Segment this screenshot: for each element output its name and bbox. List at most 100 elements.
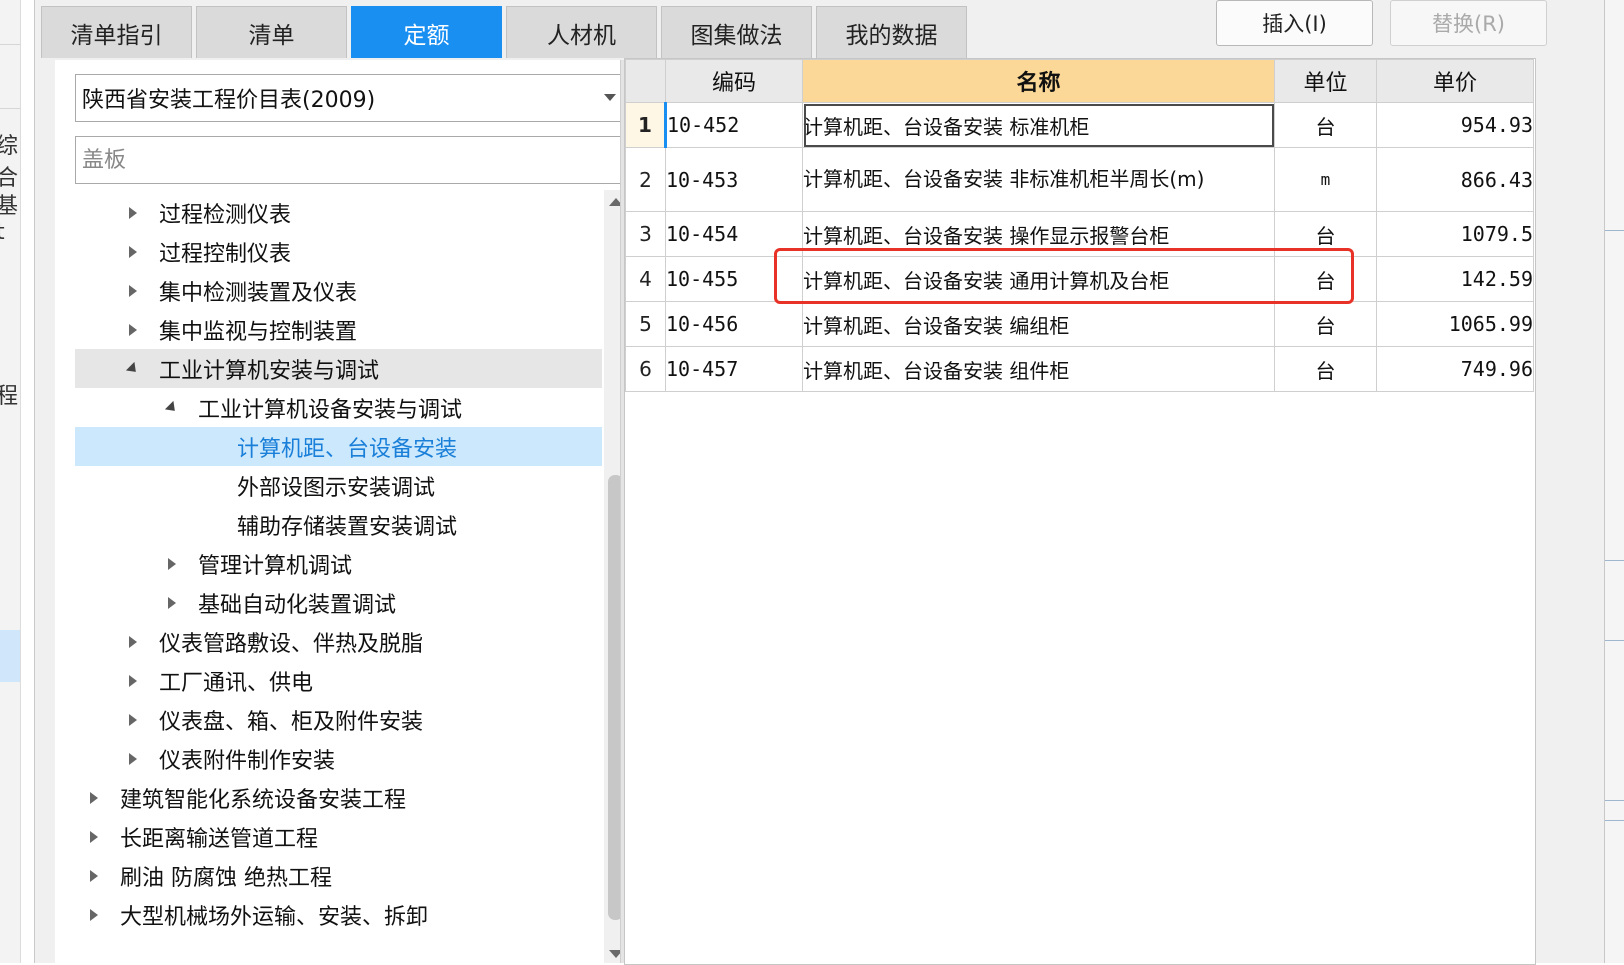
tree-node-label: 基础自动化装置调试 [198,592,397,618]
collapse-arrow-icon[interactable] [164,400,180,416]
expand-arrow-icon[interactable] [86,868,102,884]
tree-node[interactable]: 工业计算机设备安装与调试 [75,388,602,427]
tree-node-label: 建筑智能化系统设备安装工程 [120,787,407,813]
expand-arrow-icon[interactable] [164,556,180,572]
search-input[interactable] [75,136,627,184]
code-cell[interactable]: 10-453 [665,147,803,212]
unit-cell[interactable]: m [1274,147,1377,212]
tree-node-label: 刷油 防腐蚀 绝热工程 [120,865,332,891]
tree-node[interactable]: 管理计算机调试 [75,544,602,583]
table-row-highlighted[interactable]: 4 10-455 计算机距、台设备安装 通用计算机及台柜 台 142.59 [625,256,1534,302]
tree-node[interactable]: 过程检测仪表 [75,193,602,232]
name-cell[interactable]: 计算机距、台设备安装 组件柜 [802,346,1275,392]
tree-node[interactable]: 仪表盘、箱、柜及附件安装 [75,700,602,739]
expand-arrow-icon[interactable] [125,634,141,650]
table-row[interactable]: 3 10-454 计算机距、台设备安装 操作显示报警台柜 台 1079.5 [625,211,1534,257]
expand-arrow-icon[interactable] [125,283,141,299]
expand-arrow-icon[interactable] [86,907,102,923]
tree-node-label: 计算机距、台设备安装 [237,436,458,462]
tree-node[interactable]: 过程控制仪表 [75,232,602,271]
expand-arrow-icon[interactable] [125,322,141,338]
table-row[interactable]: 2 10-453 计算机距、台设备安装 非标准机柜半周长(m) m 866.43 [625,147,1534,212]
expand-arrow-icon[interactable] [125,205,141,221]
name-cell[interactable]: 计算机距、台设备安装 编组柜 [802,301,1275,347]
column-header-name[interactable]: 名称 [802,59,1275,103]
tree-node[interactable]: 刷油 防腐蚀 绝热工程 [75,856,602,895]
tree-node[interactable]: 集中检测装置及仪表 [75,271,602,310]
tree-node-label: 工厂通讯、供电 [159,670,314,696]
left-adjacent-pane: 综合 基t 程 [0,0,21,963]
tree-node[interactable]: 长距离输送管道工程 [75,817,602,856]
price-cell[interactable]: 1079.5 [1376,211,1534,257]
table-row[interactable]: 1 10-452 计算机距、台设备安装 标准机柜 台 954.93 [625,102,1534,148]
tree-node[interactable]: 外部设图示安装调试 [75,466,602,505]
tree-node[interactable]: 建筑智能化系统设备安装工程 [75,778,602,817]
tab-atlas-method[interactable]: 图集做法 [661,6,812,58]
code-cell[interactable]: 10-457 [665,346,803,392]
tab-list[interactable]: 清单 [196,6,347,58]
left-fragment: 综合 [0,128,20,192]
tree-node[interactable]: 集中监视与控制装置 [75,310,602,349]
column-header-unit[interactable]: 单位 [1274,59,1377,103]
tree-node[interactable]: 基础自动化装置调试 [75,583,602,622]
left-selection [0,630,20,682]
expand-arrow-icon[interactable] [86,790,102,806]
unit-cell[interactable]: 台 [1274,211,1377,257]
tab-quota[interactable]: 定额 [351,6,502,58]
name-cell[interactable]: 计算机距、台设备安装 标准机柜 [802,102,1275,148]
row-number-header [625,59,666,103]
catalog-tree-pane: 陕西省安装工程价目表(2009) 过程检测仪表 过程控制仪表 集中检测装置及仪表… [55,60,635,963]
table-row[interactable]: 5 10-456 计算机距、台设备安装 编组柜 台 1065.99 [625,301,1534,347]
tree-node-label: 管理计算机调试 [198,553,353,579]
name-cell[interactable]: 计算机距、台设备安装 非标准机柜半周长(m) [802,147,1275,212]
header-row: 编码 名称 单位 单价 [625,59,1534,103]
expand-arrow-icon[interactable] [125,712,141,728]
tree-node[interactable]: 大型机械场外运输、安装、拆卸 [75,895,602,934]
tab-list-guide[interactable]: 清单指引 [41,6,192,58]
replace-button[interactable]: 替换(R) [1390,0,1547,46]
left-fragment: 程 [0,378,18,410]
left-fragment: 基t [0,188,20,245]
expand-arrow-icon[interactable] [125,673,141,689]
code-cell[interactable]: 10-454 [665,211,803,257]
code-cell[interactable]: 10-456 [665,301,803,347]
code-cell[interactable]: 10-455 [665,256,803,302]
unit-cell[interactable]: 台 [1274,346,1377,392]
tree-node-label: 长距离输送管道工程 [120,826,319,852]
tree-node-label: 过程检测仪表 [159,202,292,228]
unit-cell[interactable]: 台 [1274,256,1377,302]
right-adjacent-pane [1604,0,1624,963]
code-cell[interactable]: 10-452 [665,102,803,148]
tree-node[interactable]: 工厂通讯、供电 [75,661,602,700]
expand-arrow-icon[interactable] [164,595,180,611]
price-cell[interactable]: 749.96 [1376,346,1534,392]
divider [0,108,20,109]
expand-arrow-icon[interactable] [86,829,102,845]
table-row[interactable]: 6 10-457 计算机距、台设备安装 组件柜 台 749.96 [625,346,1534,392]
column-header-code[interactable]: 编码 [665,59,803,103]
price-cell[interactable]: 866.43 [1376,147,1534,212]
price-cell[interactable]: 1065.99 [1376,301,1534,347]
price-cell[interactable]: 954.93 [1376,102,1534,148]
unit-cell[interactable]: 台 [1274,102,1377,148]
tab-labor-material-machine[interactable]: 人材机 [506,6,657,58]
catalog-select-value: 陕西省安装工程价目表(2009) [82,88,376,113]
catalog-select[interactable]: 陕西省安装工程价目表(2009) [75,74,627,122]
insert-button[interactable]: 插入(I) [1216,0,1373,46]
expand-arrow-icon[interactable] [125,244,141,260]
column-header-price[interactable]: 单价 [1376,59,1534,103]
chevron-down-icon[interactable] [604,94,616,101]
tree-node[interactable]: 辅助存储装置安装调试 [75,505,602,544]
name-cell[interactable]: 计算机距、台设备安装 操作显示报警台柜 [802,211,1275,257]
price-cell[interactable]: 142.59 [1376,256,1534,302]
tree-node[interactable]: 仪表管路敷设、伴热及脱脂 [75,622,602,661]
collapse-arrow-icon[interactable] [125,361,141,377]
name-cell[interactable]: 计算机距、台设备安装 通用计算机及台柜 [802,256,1275,302]
tab-my-data[interactable]: 我的数据 [816,6,967,58]
tree-node[interactable]: 工业计算机安装与调试 [75,349,602,388]
tree-node[interactable]: 仪表附件制作安装 [75,739,602,778]
tree-node-label: 外部设图示安装调试 [237,475,436,501]
unit-cell[interactable]: 台 [1274,301,1377,347]
tree-node-selected[interactable]: 计算机距、台设备安装 [75,427,602,466]
expand-arrow-icon[interactable] [125,751,141,767]
